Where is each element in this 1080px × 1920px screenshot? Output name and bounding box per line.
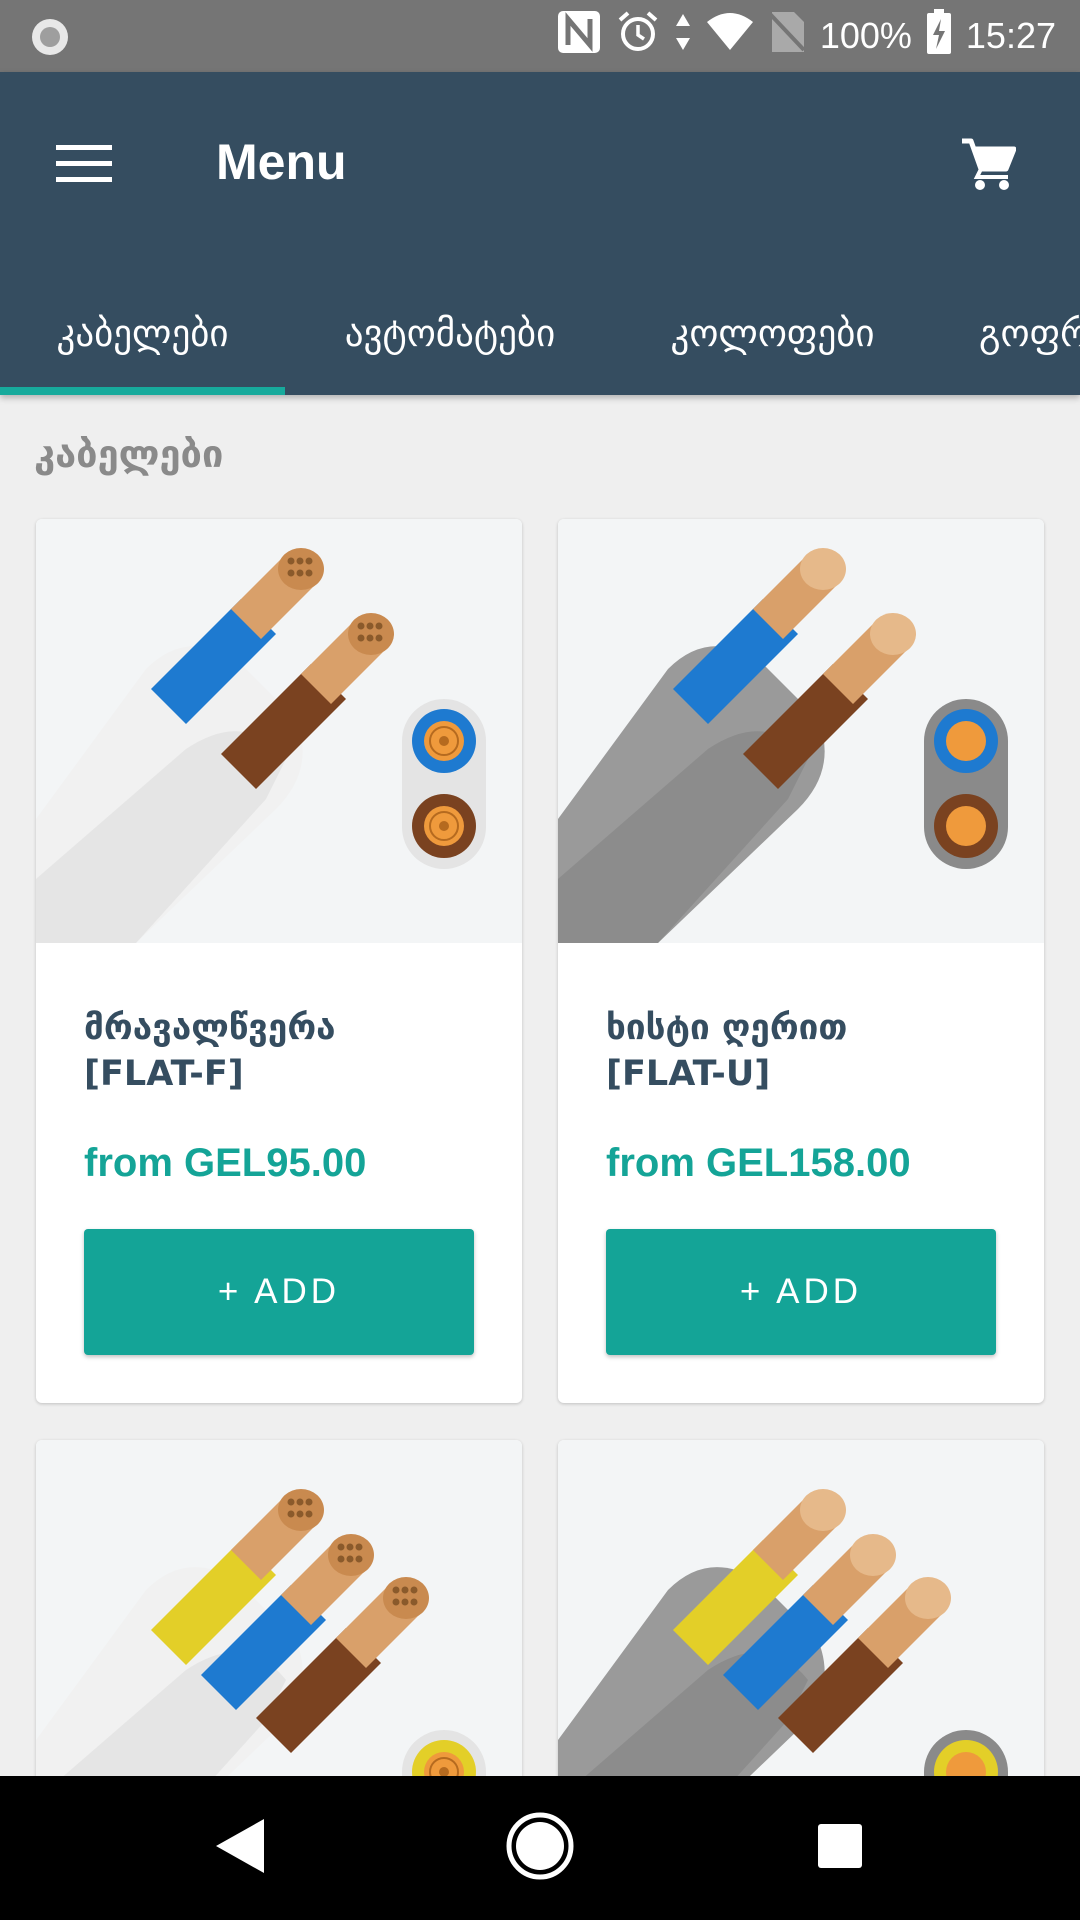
app-title: Menu [216, 134, 347, 190]
product-image [36, 519, 522, 943]
hamburger-icon [56, 143, 112, 190]
product-name: ხისტი ღერით [FLAT-U] [606, 1005, 1006, 1097]
cart-button[interactable] [946, 124, 1030, 208]
product-price: from GEL158.00 [606, 1141, 911, 1185]
product-name-line1: მრავალწვერა [84, 1008, 336, 1048]
menu-button[interactable] [44, 126, 124, 206]
add-to-cart-button[interactable]: + ADD [84, 1229, 474, 1355]
alarm-icon [616, 10, 660, 63]
recents-button[interactable] [800, 1808, 880, 1888]
section-title: კაბელები [34, 432, 224, 476]
back-button[interactable] [200, 1808, 280, 1888]
product-name: მრავალწვერა [FLAT-F] [84, 1005, 484, 1097]
record-icon [30, 17, 70, 62]
battery-charging-icon [926, 8, 952, 64]
system-nav-bar [0, 1776, 1080, 1920]
tab-indicator [0, 387, 285, 395]
status-time: 15:27 [965, 15, 1056, 56]
battery-percent: 100% [819, 15, 912, 56]
category-tabs: კაბელები ავტომატები კოლოფები გოფრ [0, 272, 1080, 395]
product-name-line2: [FLAT-F] [84, 1054, 244, 1094]
data-arrows-icon [674, 12, 692, 61]
tab-breakers[interactable]: ავტომატები [305, 272, 595, 395]
product-card[interactable]: ხისტი ღერით [FLAT-U] from GEL158.00 + AD… [558, 519, 1044, 1403]
product-name-line1: ხისტი ღერით [606, 1008, 848, 1048]
home-icon [505, 1811, 575, 1886]
product-name-line2: [FLAT-U] [606, 1054, 771, 1094]
product-price: from GEL95.00 [84, 1141, 367, 1185]
tab-corrugated[interactable]: გოფრ [975, 272, 1080, 395]
cart-icon [960, 137, 1017, 196]
back-icon [210, 1815, 270, 1882]
recents-icon [816, 1822, 864, 1875]
add-to-cart-button[interactable]: + ADD [606, 1229, 996, 1355]
tab-cables[interactable]: კაბელები [0, 272, 285, 395]
product-image [558, 519, 1044, 943]
status-bar: 100% 15:27 [0, 0, 1080, 72]
no-sim-icon [768, 10, 806, 63]
product-card[interactable]: მრავალწვერა [FLAT-F] from GEL95.00 + ADD [36, 519, 522, 1403]
app-bar: Menu კაბელები ავტომატები კოლოფები გოფრ [0, 72, 1080, 395]
home-button[interactable] [500, 1808, 580, 1888]
tab-boxes[interactable]: კოლოფები [640, 272, 905, 395]
nfc-icon [556, 9, 602, 64]
wifi-icon [706, 12, 754, 61]
